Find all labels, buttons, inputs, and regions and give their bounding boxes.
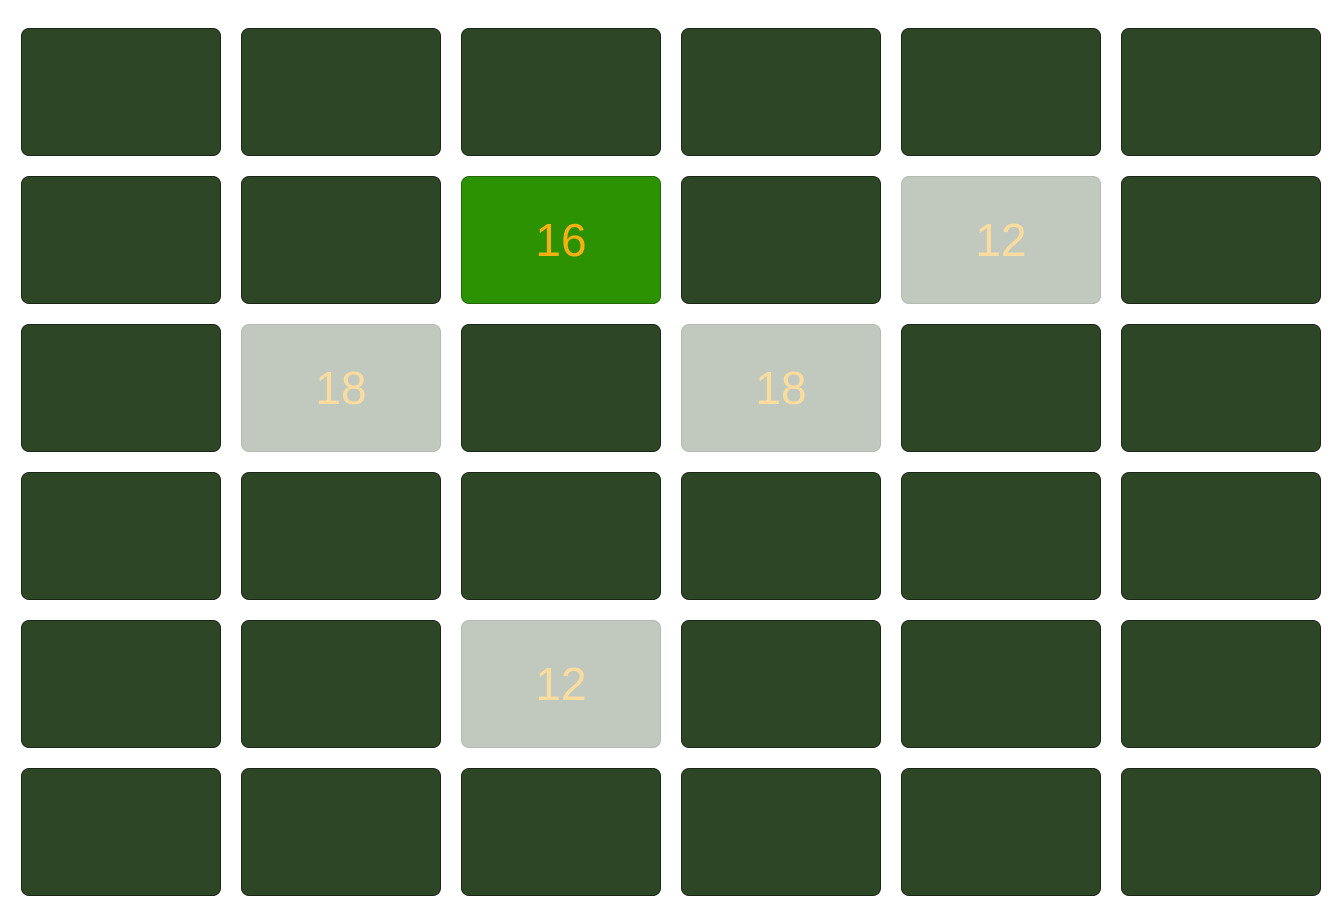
- tile-r2-c6[interactable]: [1121, 176, 1321, 304]
- tile-r6-c2[interactable]: [241, 768, 441, 896]
- tile-r4-c1[interactable]: [21, 472, 221, 600]
- tile-r5-c3[interactable]: 12: [461, 620, 661, 748]
- tile-r5-c6[interactable]: [1121, 620, 1321, 748]
- tile-r1-c4[interactable]: [681, 28, 881, 156]
- tile-r5-c2[interactable]: [241, 620, 441, 748]
- tile-r3-c3[interactable]: [461, 324, 661, 452]
- tile-r6-c6[interactable]: [1121, 768, 1321, 896]
- tile-r2-c4[interactable]: [681, 176, 881, 304]
- tile-r5-c1[interactable]: [21, 620, 221, 748]
- tile-r3-c1[interactable]: [21, 324, 221, 452]
- tile-r4-c3[interactable]: [461, 472, 661, 600]
- tile-r3-c5[interactable]: [901, 324, 1101, 452]
- tile-r2-c5[interactable]: 12: [901, 176, 1101, 304]
- tile-r4-c2[interactable]: [241, 472, 441, 600]
- tile-r3-c4[interactable]: 18: [681, 324, 881, 452]
- tile-r2-c1[interactable]: [21, 176, 221, 304]
- tile-r2-c2[interactable]: [241, 176, 441, 304]
- tile-r6-c3[interactable]: [461, 768, 661, 896]
- tile-r5-c5[interactable]: [901, 620, 1101, 748]
- tile-r1-c2[interactable]: [241, 28, 441, 156]
- tile-r5-c4[interactable]: [681, 620, 881, 748]
- tile-r3-c2[interactable]: 18: [241, 324, 441, 452]
- tile-r1-c5[interactable]: [901, 28, 1101, 156]
- tile-r6-c5[interactable]: [901, 768, 1101, 896]
- tile-r1-c3[interactable]: [461, 28, 661, 156]
- tile-r1-c1[interactable]: [21, 28, 221, 156]
- tile-r4-c6[interactable]: [1121, 472, 1321, 600]
- tile-r4-c4[interactable]: [681, 472, 881, 600]
- tile-r6-c4[interactable]: [681, 768, 881, 896]
- tile-r4-c5[interactable]: [901, 472, 1101, 600]
- game-board: 16 12 18 18 12: [21, 28, 1321, 896]
- tile-r1-c6[interactable]: [1121, 28, 1321, 156]
- tile-r2-c3[interactable]: 16: [461, 176, 661, 304]
- tile-r6-c1[interactable]: [21, 768, 221, 896]
- tile-r3-c6[interactable]: [1121, 324, 1321, 452]
